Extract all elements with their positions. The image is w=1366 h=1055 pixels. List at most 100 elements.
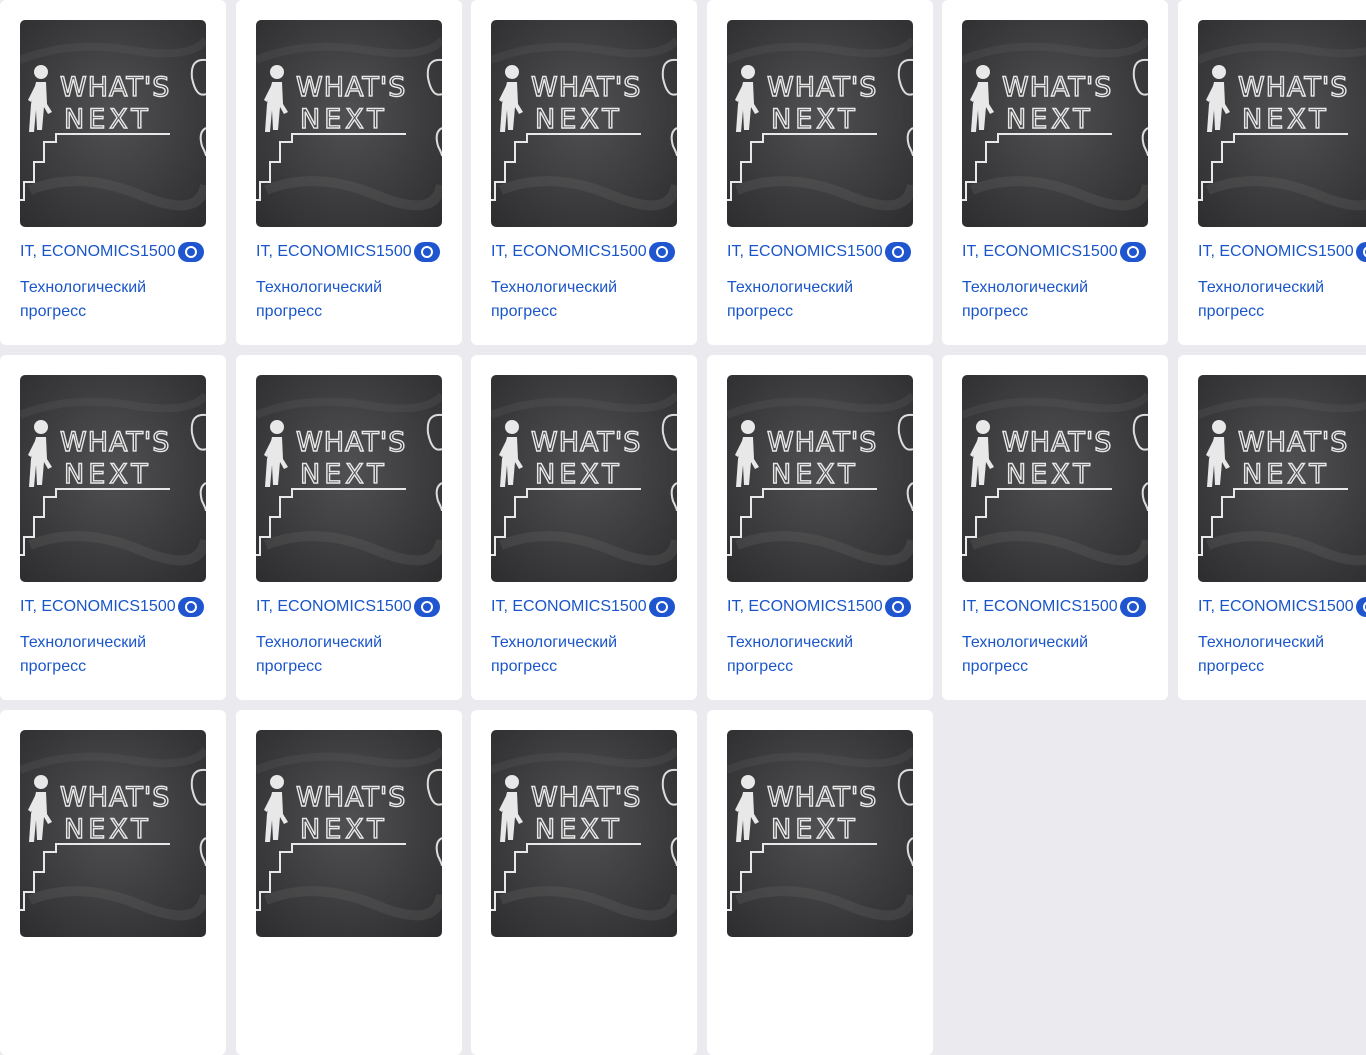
article-tags-link[interactable]: IT, ECONOMICS (20, 598, 140, 616)
svg-text:NEXT: NEXT (64, 104, 152, 135)
chalkboard-whats-next-image: WHAT'SNEXT (20, 730, 206, 937)
article-meta: IT, ECONOMICS 1500 (1198, 240, 1366, 264)
article-meta: IT, ECONOMICS 1500 (491, 240, 677, 264)
chalkboard-whats-next-image: WHAT'SNEXT (727, 20, 913, 227)
svg-text:WHAT'S: WHAT'S (1238, 427, 1348, 458)
article-thumbnail[interactable]: WHAT'S NEXT (1198, 375, 1366, 582)
article-tags-link[interactable]: IT, ECONOMICS (727, 598, 847, 616)
article-tags-link[interactable]: IT, ECONOMICS (1198, 598, 1318, 616)
article-title-link[interactable]: Технологический прогресс (962, 276, 1148, 324)
article-card[interactable]: WHAT'S NEXT IT, ECONOMICS 1500 Технологическ… (942, 0, 1168, 345)
svg-text:WHAT'S: WHAT'S (531, 782, 641, 813)
article-thumbnail[interactable]: WHAT'S NEXT (491, 375, 677, 582)
article-tags-link[interactable]: IT, ECONOMICS (20, 243, 140, 261)
view-count: 1500 (140, 243, 176, 260)
article-card[interactable]: WHAT'S NEXT IT, ECONOMICS 1500 Технологическ… (236, 355, 462, 700)
svg-text:NEXT: NEXT (1242, 104, 1330, 135)
article-thumbnail[interactable]: WHAT'S NEXT (256, 375, 442, 582)
article-meta: IT, ECONOMICS 1500 (256, 240, 442, 264)
article-thumbnail[interactable]: WHAT'S NEXT (491, 20, 677, 227)
article-tags-link[interactable]: IT, ECONOMICS (962, 598, 1082, 616)
article-title-link[interactable]: Технологический прогресс (727, 631, 913, 679)
article-thumbnail[interactable]: WHAT'S NEXT (20, 375, 206, 582)
article-card[interactable]: WHAT'S NEXT (236, 710, 462, 1055)
article-card[interactable]: WHAT'S NEXT IT, ECONOMICS 1500 Технологическ… (1178, 355, 1366, 700)
svg-text:NEXT: NEXT (1006, 104, 1094, 135)
article-thumbnail[interactable]: WHAT'S NEXT (727, 730, 913, 937)
article-thumbnail[interactable]: WHAT'S NEXT (20, 20, 206, 227)
view-count: 1500 (376, 243, 412, 260)
svg-text:NEXT: NEXT (64, 814, 152, 845)
article-thumbnail[interactable]: WHAT'S NEXT (962, 375, 1148, 582)
article-thumbnail[interactable]: WHAT'S NEXT (256, 20, 442, 227)
svg-text:NEXT: NEXT (300, 814, 388, 845)
svg-text:NEXT: NEXT (1006, 459, 1094, 490)
article-thumbnail[interactable]: WHAT'S NEXT (727, 375, 913, 582)
article-meta: IT, ECONOMICS 1500 (962, 595, 1148, 619)
svg-text:NEXT: NEXT (535, 814, 623, 845)
article-title-link[interactable]: Технологический прогресс (1198, 276, 1366, 324)
eye-icon (648, 242, 675, 262)
svg-text:NEXT: NEXT (771, 104, 859, 135)
article-card[interactable]: WHAT'S NEXT IT, ECONOMICS 1500 Технологическ… (471, 355, 697, 700)
article-thumbnail[interactable]: WHAT'S NEXT (491, 730, 677, 937)
article-meta: IT, ECONOMICS 1500 (1198, 595, 1366, 619)
svg-text:WHAT'S: WHAT'S (60, 427, 170, 458)
article-title-link[interactable]: Технологический прогресс (20, 631, 206, 679)
view-count: 1500 (611, 243, 647, 260)
article-thumbnail[interactable]: WHAT'S NEXT (256, 730, 442, 937)
article-card[interactable]: WHAT'S NEXT (707, 710, 933, 1055)
article-title-link[interactable]: Технологический прогресс (491, 276, 677, 324)
article-card[interactable]: WHAT'S NEXT IT, ECONOMICS 1500 Технологическ… (942, 355, 1168, 700)
article-title-link[interactable]: Технологический прогресс (20, 276, 206, 324)
article-card[interactable]: WHAT'S NEXT IT, ECONOMICS 1500 Технологическ… (1178, 0, 1366, 345)
eye-icon (884, 242, 911, 262)
svg-text:NEXT: NEXT (771, 814, 859, 845)
article-thumbnail[interactable]: WHAT'S NEXT (20, 730, 206, 937)
article-title-link[interactable]: Технологический прогресс (1198, 631, 1366, 679)
chalkboard-whats-next-image: WHAT'SNEXT (256, 730, 442, 937)
article-tags-link[interactable]: IT, ECONOMICS (491, 598, 611, 616)
article-thumbnail[interactable]: WHAT'S NEXT (962, 20, 1148, 227)
svg-text:WHAT'S: WHAT'S (531, 427, 641, 458)
article-card[interactable]: WHAT'S NEXT (471, 710, 697, 1055)
article-card[interactable]: WHAT'S NEXT IT, ECONOMICS 1500 Технологическ… (707, 0, 933, 345)
svg-text:WHAT'S: WHAT'S (60, 782, 170, 813)
svg-text:WHAT'S: WHAT'S (1002, 72, 1112, 103)
article-tags-link[interactable]: IT, ECONOMICS (727, 243, 847, 261)
svg-text:NEXT: NEXT (64, 459, 152, 490)
article-card[interactable]: WHAT'S NEXT IT, ECONOMICS 1500 Технологическ… (471, 0, 697, 345)
eye-icon (177, 242, 204, 262)
article-title-link[interactable]: Технологический прогресс (491, 631, 677, 679)
article-tags-link[interactable]: IT, ECONOMICS (962, 243, 1082, 261)
article-card[interactable]: WHAT'S NEXT IT, ECONOMICS 1500 Технологическ… (707, 355, 933, 700)
eye-icon (1355, 597, 1366, 617)
article-card[interactable]: WHAT'S NEXT IT, ECONOMICS 1500 Технологическ… (0, 0, 226, 345)
view-count: 1500 (1318, 243, 1354, 260)
chalkboard-whats-next-image: WHAT'SNEXT (491, 375, 677, 582)
article-title-link[interactable]: Технологический прогресс (727, 276, 913, 324)
svg-text:NEXT: NEXT (535, 459, 623, 490)
article-thumbnail[interactable]: WHAT'S NEXT (727, 20, 913, 227)
article-title-link[interactable]: Технологический прогресс (962, 631, 1148, 679)
article-meta: IT, ECONOMICS 1500 (727, 240, 913, 264)
article-title-link[interactable]: Технологический прогресс (256, 276, 442, 324)
article-card[interactable]: WHAT'S NEXT IT, ECONOMICS 1500 Технологическ… (236, 0, 462, 345)
article-meta: IT, ECONOMICS 1500 (727, 595, 913, 619)
article-title-link[interactable]: Технологический прогресс (256, 631, 442, 679)
article-tags-link[interactable]: IT, ECONOMICS (491, 243, 611, 261)
svg-text:NEXT: NEXT (1242, 459, 1330, 490)
chalkboard-whats-next-image: WHAT'SNEXT (1198, 20, 1366, 227)
article-tags-link[interactable]: IT, ECONOMICS (256, 243, 376, 261)
chalkboard-whats-next-image: WHAT'SNEXT (491, 730, 677, 937)
article-card[interactable]: WHAT'S NEXT (0, 710, 226, 1055)
article-thumbnail[interactable]: WHAT'S NEXT (1198, 20, 1366, 227)
article-card[interactable]: WHAT'S NEXT IT, ECONOMICS 1500 Технологическ… (0, 355, 226, 700)
eye-icon (1119, 597, 1146, 617)
article-tags-link[interactable]: IT, ECONOMICS (256, 598, 376, 616)
article-tags-link[interactable]: IT, ECONOMICS (1198, 243, 1318, 261)
eye-icon (413, 242, 440, 262)
svg-text:WHAT'S: WHAT'S (767, 427, 877, 458)
eye-icon (413, 597, 440, 617)
article-meta: IT, ECONOMICS 1500 (20, 595, 206, 619)
